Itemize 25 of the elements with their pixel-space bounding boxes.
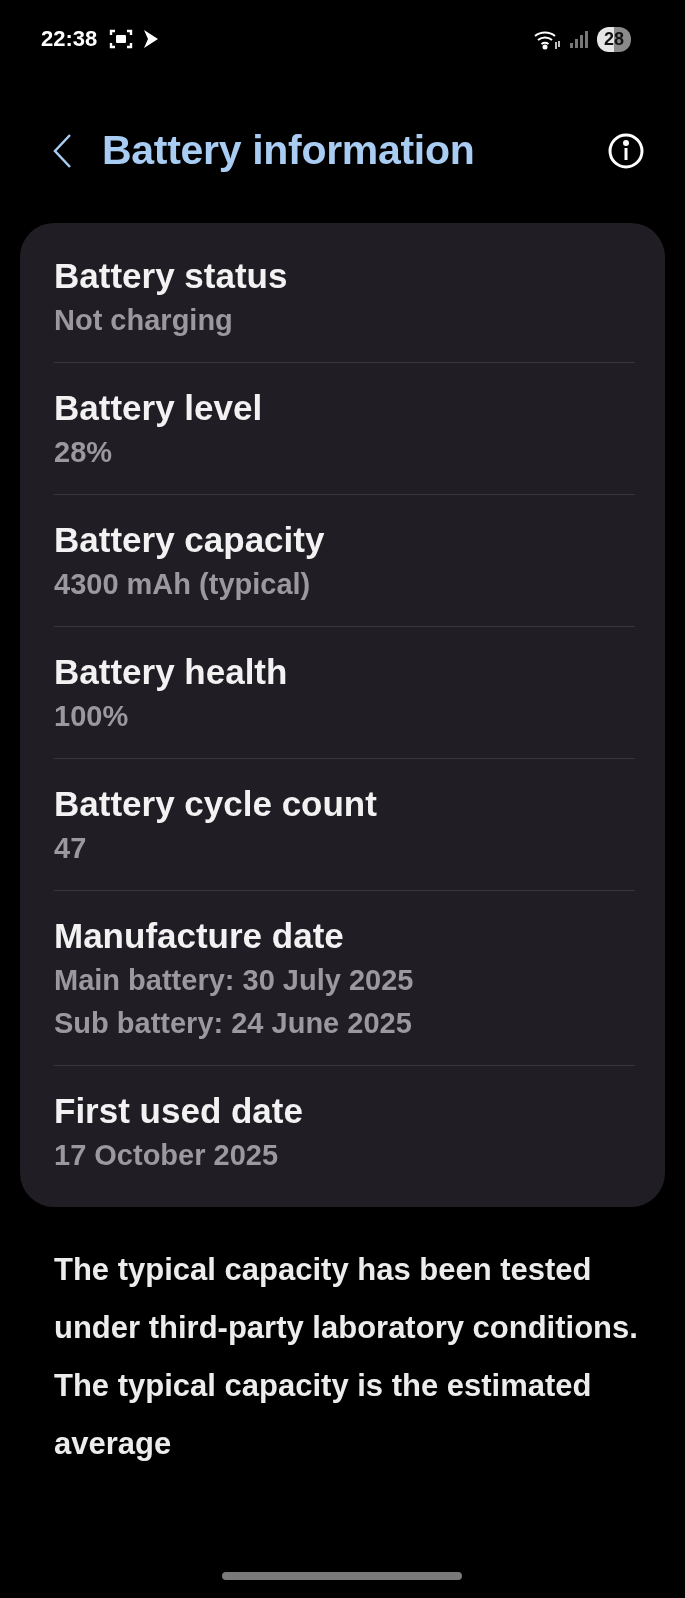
item-value: 4300 mAh (typical) <box>54 567 312 602</box>
play-arrow-icon <box>143 29 160 49</box>
item-label: Manufacture date <box>54 915 345 957</box>
item-value: Sub battery: 24 June 2025 <box>54 1006 413 1041</box>
item-value: Main battery: 30 July 2025 <box>54 963 415 998</box>
item-value: 100% <box>54 699 130 734</box>
signal-icon <box>568 29 589 49</box>
item-value: 47 <box>54 831 88 866</box>
status-time: 22:38 <box>41 26 98 52</box>
info-icon[interactable] <box>607 131 645 170</box>
item-label: Battery cycle count <box>54 783 378 825</box>
item-label: Battery level <box>54 387 264 429</box>
item-label: Battery capacity <box>54 519 326 561</box>
item-label: First used date <box>54 1090 304 1132</box>
page-title: Battery information <box>102 127 475 174</box>
item-label: Battery status <box>54 255 289 297</box>
item-value: 17 October 2025 <box>54 1138 280 1173</box>
item-value: 28% <box>54 435 114 470</box>
back-icon[interactable] <box>52 132 72 169</box>
item-label: Battery health <box>54 651 289 693</box>
home-handle[interactable] <box>222 1572 462 1580</box>
capacity-note: The typical capacity has been tested under third-party laboratory conditions. The typical capacity is the estimated average <box>54 1251 639 1463</box>
screenshot-icon <box>109 28 134 50</box>
item-value: Not charging <box>54 303 234 338</box>
battery-indicator: 28 <box>596 26 631 52</box>
